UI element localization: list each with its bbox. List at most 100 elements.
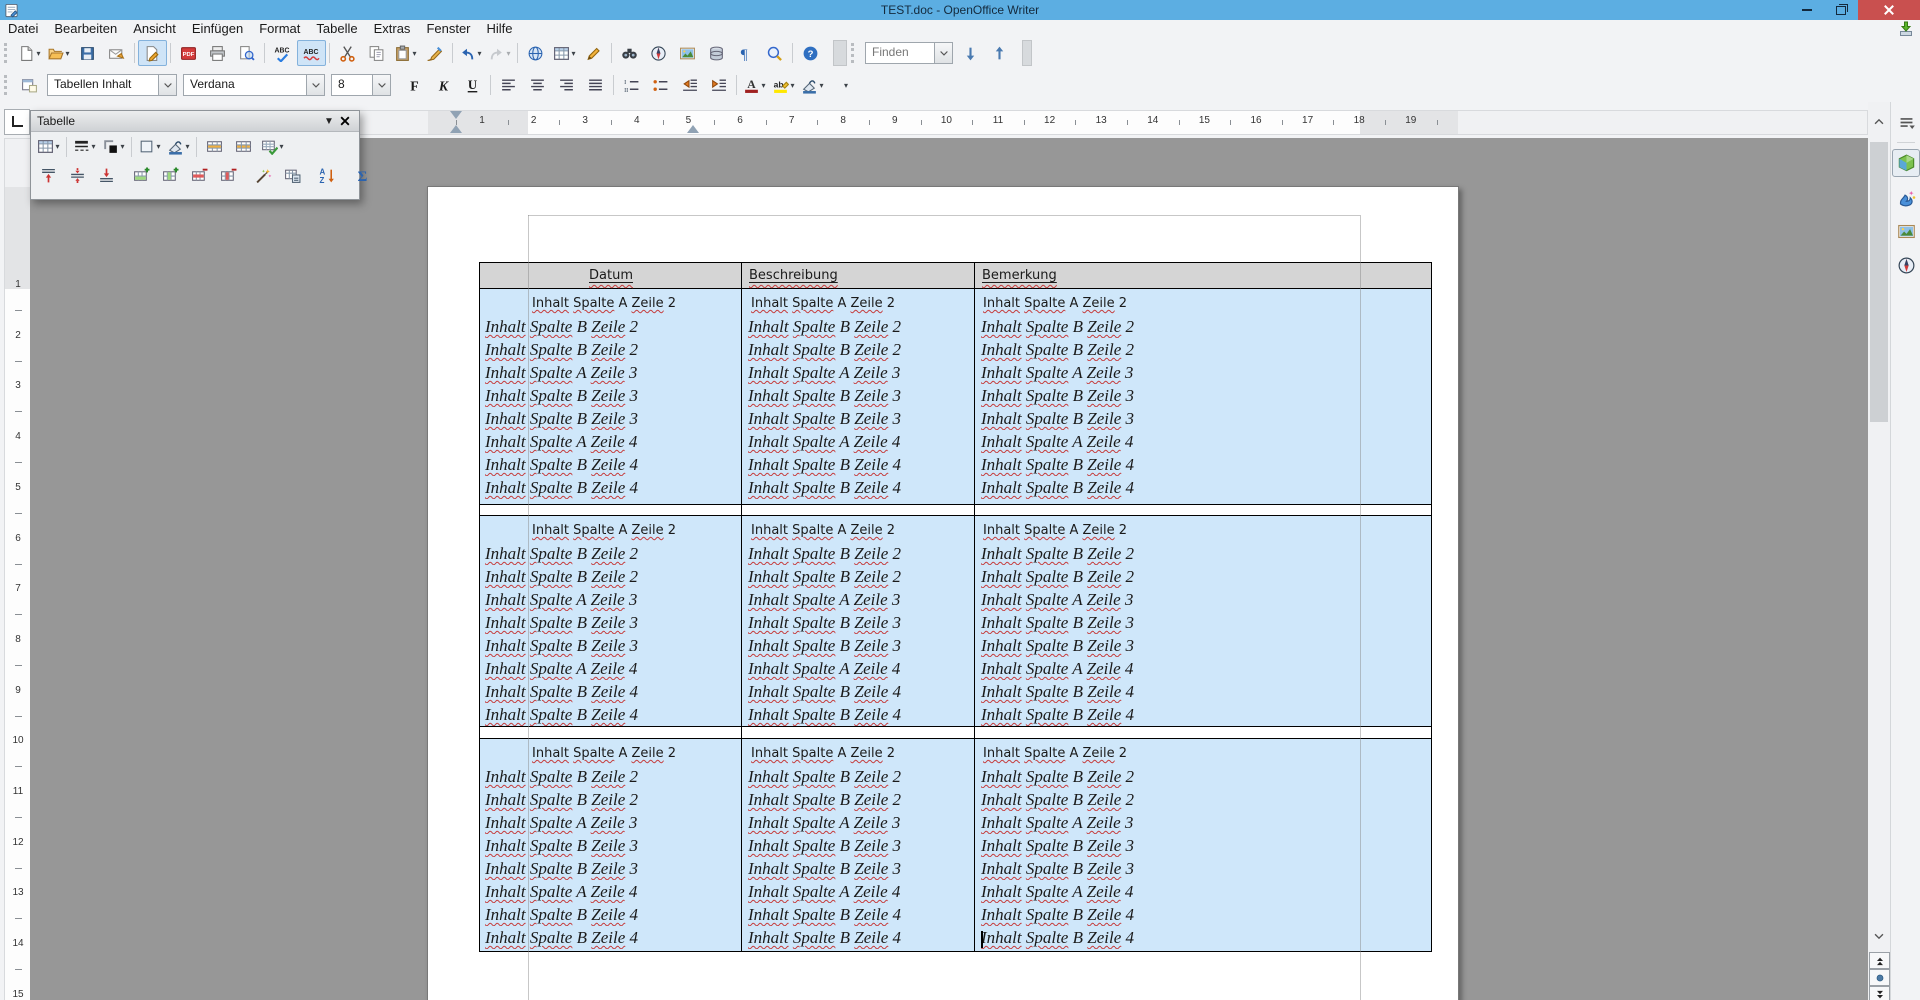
merge-cells-button[interactable]: [200, 133, 229, 160]
dropdown-arrow-icon[interactable]: ▾: [185, 142, 189, 151]
menu-fenster[interactable]: Fenster: [418, 20, 478, 38]
bold-button[interactable]: [400, 72, 429, 98]
line-style-button[interactable]: ▾: [70, 133, 99, 160]
menu-tabelle[interactable]: Tabelle: [308, 20, 365, 38]
table-panel-menu-button[interactable]: ▼: [321, 113, 337, 129]
underline-button[interactable]: [458, 72, 487, 98]
toolbar-drag-grip[interactable]: [4, 75, 10, 95]
indent-marker[interactable]: [450, 111, 462, 119]
background-color-button[interactable]: ▾: [798, 72, 827, 98]
increase-indent-button[interactable]: [704, 72, 733, 98]
restore-button[interactable]: [1824, 0, 1858, 20]
dropdown-arrow-icon[interactable]: ▾: [571, 49, 575, 58]
find-previous-button[interactable]: [985, 40, 1014, 66]
next-page-button[interactable]: [1869, 986, 1890, 1000]
table-cell[interactable]: Inhalt Spalte A Zeile 2Inhalt Spalte B Z…: [978, 516, 1430, 726]
optimize-button[interactable]: ▾: [258, 133, 287, 160]
scroll-down-button[interactable]: [1868, 924, 1890, 948]
insert-table-button[interactable]: ▾: [550, 40, 579, 66]
table-cell[interactable]: Inhalt Spalte A Zeile 2Inhalt Spalte B Z…: [978, 739, 1430, 951]
align-left-button[interactable]: [494, 72, 523, 98]
paragraph-style-dropdown[interactable]: [158, 75, 176, 95]
gallery-button[interactable]: [673, 40, 702, 66]
formatting-marks-button[interactable]: [731, 40, 760, 66]
previous-page-button[interactable]: [1869, 952, 1890, 969]
minimize-button[interactable]: [1790, 0, 1824, 20]
auto-spellcheck-button[interactable]: [297, 40, 326, 66]
sidebar-styles-formatting-button[interactable]: [1892, 183, 1920, 211]
insert-row-button[interactable]: [127, 162, 156, 189]
align-bottom-button[interactable]: [92, 162, 121, 189]
table-cell[interactable]: Inhalt Spalte A Zeile 2Inhalt Spalte B Z…: [745, 516, 973, 726]
save-button[interactable]: [73, 40, 102, 66]
indent-marker[interactable]: [450, 125, 462, 133]
dropdown-arrow-icon[interactable]: ▾: [36, 49, 40, 58]
menu-bearbeiten[interactable]: Bearbeiten: [46, 20, 125, 38]
undo-button[interactable]: ▾: [456, 40, 485, 66]
table-header-cell[interactable]: Beschreibung: [742, 263, 975, 288]
print-button[interactable]: [203, 40, 232, 66]
vertical-ruler[interactable]: 123456789101112131415: [4, 138, 32, 1000]
cell-background-button[interactable]: ▾: [164, 133, 193, 160]
bullet-list-button[interactable]: [646, 72, 675, 98]
open-button[interactable]: ▾: [44, 40, 73, 66]
find-input[interactable]: Finden: [865, 42, 953, 64]
dropdown-arrow-icon[interactable]: ▾: [412, 49, 416, 58]
paragraph-style-select[interactable]: Tabellen Inhalt: [47, 74, 177, 96]
email-button[interactable]: [102, 40, 131, 66]
new-button[interactable]: ▾: [15, 40, 44, 66]
edit-file-button[interactable]: [138, 40, 167, 66]
styles-window-button[interactable]: [15, 72, 44, 98]
dropdown-arrow-icon[interactable]: ▾: [55, 142, 59, 151]
find-toolbar-overflow-grip[interactable]: [1022, 40, 1032, 66]
center-vertical-button[interactable]: [63, 162, 92, 189]
redo-button[interactable]: ▾: [485, 40, 514, 66]
table-panel-close-button[interactable]: [337, 113, 353, 129]
paste-button[interactable]: ▾: [391, 40, 420, 66]
sum-button[interactable]: [348, 162, 377, 189]
dropdown-arrow-icon[interactable]: ▾: [506, 49, 510, 58]
sidebar-properties-button[interactable]: [1892, 149, 1920, 177]
spellcheck-button[interactable]: [268, 40, 297, 66]
tab-stop-type-button[interactable]: [4, 109, 30, 135]
italic-button[interactable]: [429, 72, 458, 98]
dropdown-arrow-icon[interactable]: ▾: [761, 81, 765, 90]
toolbar-overflow-grip[interactable]: [833, 40, 847, 66]
export-pdf-button[interactable]: [174, 40, 203, 66]
menu-extras[interactable]: Extras: [366, 20, 419, 38]
menu-format[interactable]: Format: [251, 20, 308, 38]
sidebar-sidebar-menu-button[interactable]: [1892, 108, 1920, 136]
table-cell[interactable]: Inhalt Spalte A Zeile 2Inhalt Spalte B Z…: [745, 289, 973, 504]
table-cell[interactable]: Inhalt Spalte A Zeile 2Inhalt Spalte B Z…: [745, 739, 973, 951]
find-toolbar-drag-grip[interactable]: [851, 43, 857, 63]
dropdown-arrow-icon[interactable]: ▾: [819, 81, 823, 90]
sidebar-navigator-button[interactable]: [1892, 251, 1920, 279]
draw-functions-button[interactable]: [579, 40, 608, 66]
menu-datei[interactable]: Datei: [0, 20, 46, 38]
hyperlink-button[interactable]: [521, 40, 550, 66]
vertical-scrollbar[interactable]: [1868, 102, 1890, 1000]
help-button[interactable]: [796, 40, 825, 66]
zoom-button[interactable]: [760, 40, 789, 66]
numbered-list-button[interactable]: [617, 72, 646, 98]
table-panel-titlebar[interactable]: Tabelle ▼: [31, 111, 359, 132]
table-header-cell[interactable]: Datum: [480, 263, 742, 288]
menu-ansicht[interactable]: Ansicht: [125, 20, 184, 38]
copy-button[interactable]: [362, 40, 391, 66]
document-page[interactable]: DatumBeschreibungBemerkungInhalt Spalte …: [427, 186, 1459, 1000]
find-next-button[interactable]: [956, 40, 985, 66]
delete-row-button[interactable]: [185, 162, 214, 189]
format-paintbrush-button[interactable]: [420, 40, 449, 66]
table-cell[interactable]: Inhalt Spalte A Zeile 2Inhalt Spalte B Z…: [978, 289, 1430, 504]
font-name-select[interactable]: Verdana: [183, 74, 325, 96]
table-header-cell[interactable]: Bemerkung: [975, 263, 1433, 288]
navigator-button[interactable]: [644, 40, 673, 66]
page-preview-button[interactable]: [232, 40, 261, 66]
font-size-select[interactable]: 8: [331, 74, 391, 96]
toolbar-more-options-button[interactable]: ▾: [831, 72, 860, 98]
borders-button[interactable]: ▾: [135, 133, 164, 160]
font-color-button[interactable]: ▾: [740, 72, 769, 98]
dropdown-arrow-icon[interactable]: ▾: [477, 49, 481, 58]
toolbar-drag-grip[interactable]: [4, 43, 10, 63]
justify-button[interactable]: [581, 72, 610, 98]
